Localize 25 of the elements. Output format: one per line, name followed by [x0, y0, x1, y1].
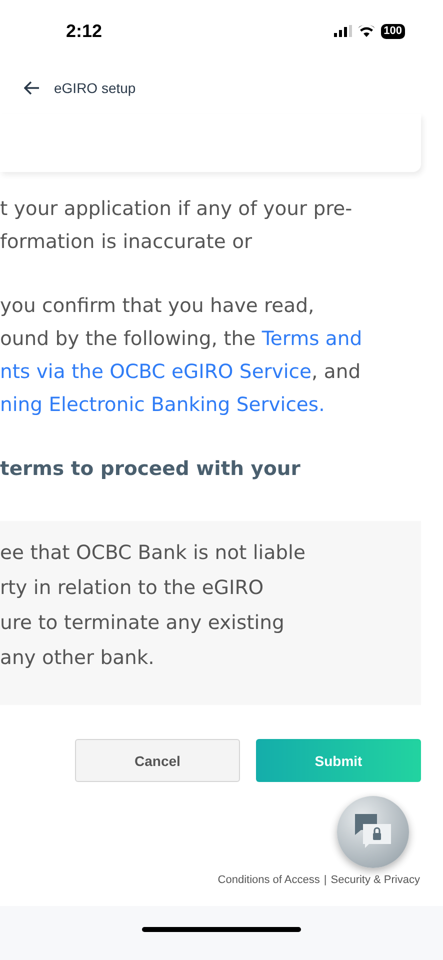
body-text: t your application if any of your pre- — [0, 197, 352, 220]
terms-link[interactable]: nts via the OCBC eGIRO Service — [0, 360, 312, 383]
status-time: 2:12 — [66, 20, 102, 42]
privacy-link[interactable]: Security & Privacy — [330, 874, 420, 886]
submit-button[interactable]: Submit — [256, 739, 421, 782]
section-heading: terms to proceed with your — [0, 457, 300, 480]
battery-icon: 100 — [380, 24, 405, 38]
page-title: eGIRO setup — [54, 80, 136, 96]
terms-text: rty in relation to the eGIRO — [0, 576, 264, 599]
terms-text: ee that OCBC Bank is not liable — [0, 541, 306, 564]
body-text: , and — [312, 360, 361, 383]
terms-link[interactable]: ning Electronic Banking Services. — [0, 393, 325, 416]
secure-chat-button[interactable] — [337, 796, 409, 868]
conditions-link[interactable]: Conditions of Access — [218, 874, 320, 886]
terms-link[interactable]: Terms and — [262, 327, 362, 350]
body-text: formation is inaccurate or — [0, 230, 252, 253]
cancel-button[interactable]: Cancel — [75, 739, 240, 782]
signal-icon — [334, 25, 352, 37]
body-text: you confirm that you have read, — [0, 294, 314, 317]
terms-text: ure to terminate any existing — [0, 611, 284, 634]
footer-separator: | — [324, 874, 327, 886]
terms-text: any other bank. — [0, 646, 154, 669]
wifi-icon — [358, 25, 375, 37]
back-arrow-icon[interactable] — [24, 81, 40, 95]
body-text: ound by the following, the — [0, 327, 257, 350]
